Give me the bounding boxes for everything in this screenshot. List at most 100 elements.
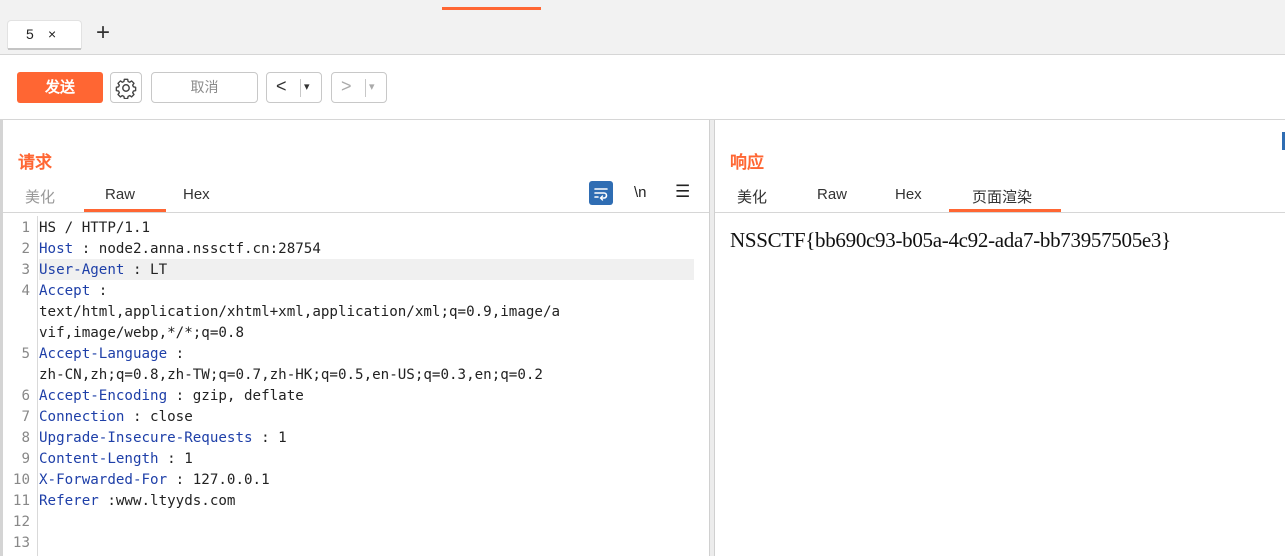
line-number: 12 [12, 514, 30, 530]
header-separator: : [73, 241, 99, 257]
line-number: 8 [21, 430, 30, 446]
tab-render[interactable]: 页面渲染 [972, 186, 1032, 207]
divider [365, 79, 366, 97]
request-line: 2 Host : node2.anna.nssctf.cn:28754 [3, 241, 709, 262]
header-name: X-Forwarded-For [39, 472, 168, 488]
header-separator: : [158, 451, 185, 467]
line-code: vif,image/webp,*/*;q=0.8 [39, 325, 244, 341]
menu-icon[interactable]: ☰ [675, 182, 690, 202]
header-name: Accept [39, 283, 91, 299]
active-tool-tab-indicator [442, 7, 541, 10]
line-text: HS / HTTP/1.1 [39, 220, 151, 236]
add-tab-button[interactable]: + [96, 21, 110, 45]
line-number: 5 [21, 346, 30, 362]
settings-button[interactable] [110, 72, 142, 103]
line-text: vif,image/webp,*/*;q=0.8 [39, 325, 244, 341]
line-code: Accept : [39, 283, 107, 299]
request-line: 9 Content-Length : 1 [3, 451, 709, 472]
back-history-dropdown-icon[interactable]: ▾ [304, 80, 310, 93]
header-separator: : [124, 409, 151, 425]
line-code: Upgrade-Insecure-Requests : 1 [39, 430, 287, 446]
request-line: 3 User-Agent : LT [3, 262, 709, 283]
tab-divider [3, 212, 709, 213]
line-number: 13 [12, 535, 30, 551]
request-line: 1 HS / HTTP/1.1 [3, 220, 709, 241]
newline-toggle-button[interactable]: \n [634, 184, 647, 201]
header-value: node2.anna.nssctf.cn:28754 [98, 241, 321, 257]
line-number: 3 [21, 262, 30, 278]
tab-hex[interactable]: Hex [183, 186, 210, 203]
line-code: User-Agent : LT [39, 262, 167, 278]
request-line: 10 X-Forwarded-For : 127.0.0.1 [3, 472, 709, 493]
chevron-right-icon: > [341, 76, 352, 96]
request-line: 7 Connection : close [3, 409, 709, 430]
header-separator: : [252, 430, 279, 446]
tab-pretty[interactable]: 美化 [25, 186, 55, 207]
wrap-lines-icon [594, 188, 608, 201]
line-code: X-Forwarded-For : 127.0.0.1 [39, 472, 270, 488]
repeater-tab[interactable]: 5 × [7, 20, 82, 50]
line-code: zh-CN,zh;q=0.8,zh-TW;q=0.7,zh-HK;q=0.5,e… [39, 367, 543, 383]
close-tab-icon[interactable]: × [48, 26, 56, 42]
header-value: close [150, 409, 193, 425]
header-name: Referer [39, 493, 99, 509]
chevron-left-icon: < [276, 76, 287, 96]
line-code: HS / HTTP/1.1 [39, 220, 150, 236]
request-line: vif,image/webp,*/*;q=0.8 [3, 325, 709, 346]
rendered-response-text: NSSCTF{bb690c93-b05a-4c92-ada7-bb7395750… [730, 228, 1171, 252]
send-button[interactable]: 发送 [17, 72, 103, 103]
line-number: 6 [21, 388, 30, 404]
request-line: 13 [3, 535, 709, 556]
header-separator: : [124, 262, 151, 278]
repeater-tab-label: 5 [26, 26, 34, 42]
request-line: 11 Referer :www.ltyyds.com [3, 493, 709, 514]
header-value: LT [150, 262, 168, 278]
header-separator: : [98, 493, 116, 509]
request-line: 12 [3, 514, 709, 535]
line-text: zh-CN,zh;q=0.8,zh-TW;q=0.7,zh-HK;q=0.5,e… [39, 367, 543, 383]
request-line: zh-CN,zh;q=0.8,zh-TW;q=0.7,zh-HK;q=0.5,e… [3, 367, 709, 388]
line-number: 7 [21, 409, 30, 425]
response-title: 响应 [730, 153, 764, 172]
line-number: 9 [21, 451, 30, 467]
header-name: Upgrade-Insecure-Requests [39, 430, 253, 446]
request-line: 4 Accept : [3, 283, 709, 304]
line-text: text/html,application/xhtml+xml,applicat… [39, 304, 561, 320]
header-separator: : [90, 283, 108, 299]
header-value: 1 [184, 451, 193, 467]
header-name: Host [39, 241, 74, 257]
tab-raw[interactable]: Raw [105, 186, 135, 203]
request-line: 5 Accept-Language : [3, 346, 709, 367]
header-name: Accept-Language [39, 346, 168, 362]
line-code: Accept-Language : [39, 346, 184, 362]
header-value: 1 [278, 430, 287, 446]
header-value: www.ltyyds.com [115, 493, 236, 509]
tab-raw[interactable]: Raw [817, 186, 847, 203]
request-editor[interactable]: 1 HS / HTTP/1.1 2 Host : node2.anna.nssctf.… [3, 216, 709, 556]
line-number: 1 [21, 220, 30, 236]
header-name: Accept-Encoding [39, 388, 168, 404]
header-separator: : [167, 472, 193, 488]
forward-button[interactable]: > ▾ [331, 72, 387, 103]
forward-history-dropdown-icon[interactable]: ▾ [369, 80, 375, 93]
tab-hex[interactable]: Hex [895, 186, 922, 203]
header-value: 127.0.0.1 [192, 472, 270, 488]
header-name: Content-Length [39, 451, 159, 467]
repeater-tab-bar: 5 × + [0, 11, 1285, 55]
request-panel: 请求 美化 Raw Hex \n ☰ 1 HS / HTTP/1.1 2 Host :… [0, 120, 709, 556]
divider [300, 79, 301, 97]
back-button[interactable]: < ▾ [266, 72, 322, 103]
line-number: 4 [21, 283, 30, 299]
request-toolbar: 发送 取消 < ▾ > ▾ [0, 55, 1285, 120]
line-code: text/html,application/xhtml+xml,applicat… [39, 304, 560, 320]
line-code: Accept-Encoding : gzip, deflate [39, 388, 304, 404]
tab-divider [715, 212, 1285, 213]
line-number: 11 [12, 493, 30, 509]
response-panel: 响应 美化 Raw Hex 页面渲染 NSSCTF{bb690c93-b05a-… [715, 120, 1285, 556]
tab-pretty[interactable]: 美化 [737, 186, 767, 207]
gear-icon [115, 78, 137, 99]
header-value: gzip, deflate [192, 388, 304, 404]
line-code: Connection : close [39, 409, 193, 425]
cancel-button[interactable]: 取消 [151, 72, 258, 103]
wrap-lines-button[interactable] [589, 181, 613, 205]
